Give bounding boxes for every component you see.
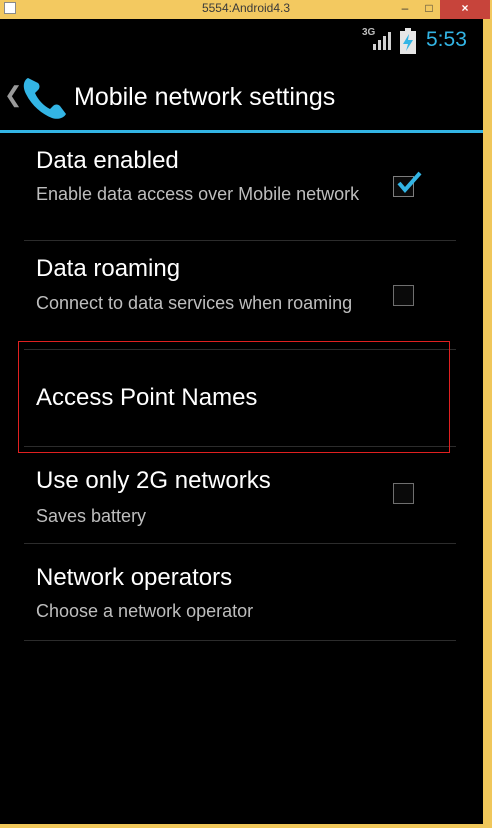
pref-data-enabled[interactable]: Data enabled Enable data access over Mob…	[0, 133, 483, 240]
pref-title: Use only 2G networks	[36, 467, 271, 494]
phone-icon[interactable]	[18, 72, 70, 127]
action-bar[interactable]: ❮ Mobile network settings	[0, 64, 483, 130]
emulator-frame-bottom	[0, 824, 492, 828]
pref-title: Network operators	[36, 564, 233, 591]
signal-strength-icon	[372, 32, 392, 55]
emulator-title-bar: 5554:Android4.3 – □ ×	[0, 0, 492, 19]
pref-use-only-2g[interactable]: Use only 2G networks Saves battery	[0, 447, 483, 543]
status-clock: 5:53	[426, 28, 467, 51]
pref-summary: Enable data access over Mobile network	[36, 184, 360, 204]
close-button[interactable]: ×	[440, 0, 490, 19]
pref-summary: Connect to data services when roaming	[36, 293, 353, 313]
pref-network-operators[interactable]: Network operators Choose a network opera…	[0, 544, 483, 640]
divider	[24, 640, 456, 641]
pref-title: Data enabled	[36, 147, 179, 174]
pref-title: Data roaming	[36, 255, 181, 282]
data-roaming-checkbox[interactable]	[393, 285, 414, 306]
emulator-screen: 3G 5:53 ❮ Mobile network settings Data e…	[0, 19, 483, 824]
status-bar: 3G 5:53	[0, 19, 483, 64]
emulator-frame-right	[483, 19, 492, 828]
page-title: Mobile network settings	[74, 83, 336, 111]
pref-summary: Choose a network operator	[36, 601, 254, 621]
pref-summary: Saves battery	[36, 506, 147, 526]
data-enabled-checkbox[interactable]	[393, 171, 422, 197]
maximize-button[interactable]: □	[418, 0, 440, 19]
highlight-annotation-box	[18, 341, 450, 453]
minimize-button[interactable]: –	[394, 0, 416, 19]
battery-charging-icon	[399, 28, 417, 59]
pref-data-roaming[interactable]: Data roaming Connect to data services wh…	[0, 241, 483, 349]
use-only-2g-checkbox[interactable]	[393, 483, 414, 504]
checkmark-icon	[396, 169, 422, 200]
